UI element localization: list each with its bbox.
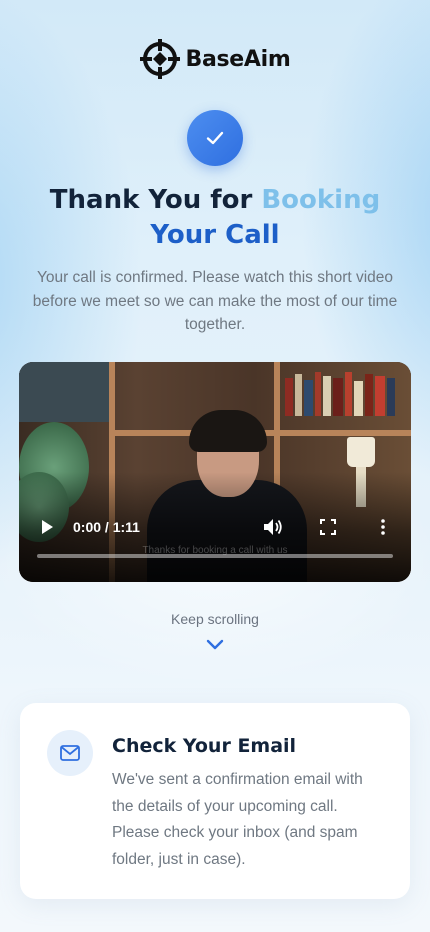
- volume-icon[interactable]: [263, 518, 283, 536]
- title-highlight-light: Booking: [261, 185, 381, 215]
- confirmation-badge: [187, 110, 243, 166]
- books: [281, 370, 411, 416]
- scroll-hint-label: Keep scrolling: [171, 611, 259, 627]
- email-card-text: We've sent a confirmation email with the…: [112, 771, 363, 868]
- page-title: Thank You for Booking Your Call: [20, 183, 410, 253]
- video-player[interactable]: Thanks for booking a call with us 0:00 /…: [19, 362, 411, 582]
- fullscreen-icon[interactable]: [320, 519, 336, 535]
- video-controls: 0:00 / 1:11: [19, 514, 411, 540]
- brand-logo[interactable]: BaseAim: [0, 38, 430, 80]
- video-progress-bar[interactable]: [37, 554, 393, 558]
- title-highlight-dark: Your Call: [150, 220, 280, 250]
- email-card-title: Check Your Email: [112, 735, 297, 757]
- mail-icon: [60, 745, 80, 761]
- play-icon[interactable]: [39, 519, 55, 535]
- brand-name: BaseAim: [185, 46, 291, 72]
- lamp: [347, 437, 375, 467]
- check-icon: [206, 131, 224, 145]
- crosshair-logo-icon: [140, 39, 181, 79]
- video-time: 0:00 / 1:11: [73, 519, 140, 535]
- email-card: Check Your Email We've sent a confirmati…: [20, 703, 410, 899]
- window: [19, 362, 109, 422]
- chevron-down-icon[interactable]: [205, 638, 225, 652]
- page-subtitle: Your call is confirmed. Please watch thi…: [32, 269, 398, 333]
- title-part-1: Thank You for: [49, 185, 262, 215]
- speaker-hair: [189, 410, 267, 452]
- mail-icon-badge: [47, 730, 93, 776]
- more-vertical-icon[interactable]: [375, 518, 391, 536]
